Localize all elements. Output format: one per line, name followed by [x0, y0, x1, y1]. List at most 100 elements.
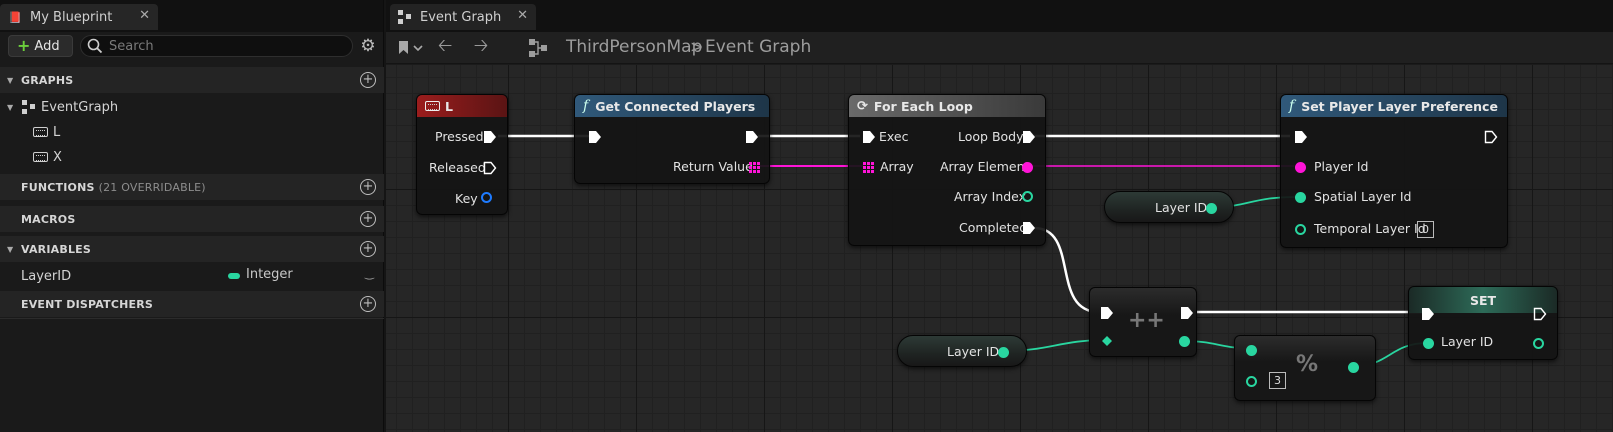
set-player-layer-preference-node[interactable]: f Set Player Layer Preference Player Id … — [1280, 94, 1508, 248]
pin-label: Array Element — [940, 159, 1030, 174]
struct-pin[interactable] — [481, 192, 492, 203]
modulo-node[interactable]: 3 % — [1234, 335, 1376, 401]
graph-icon — [526, 36, 552, 60]
add-button-label: Add — [34, 38, 60, 54]
add-graph-icon[interactable]: + — [360, 72, 376, 88]
section-functions-label: FUNCTIONS — [21, 180, 95, 194]
tab-my-blueprint[interactable]: 📕 My Blueprint ✕ — [0, 4, 158, 30]
node-title: L — [445, 98, 453, 114]
caret-down-icon: ▼ — [7, 244, 14, 254]
variable-row-layerid[interactable]: LayerID Integer ‿ — [0, 264, 384, 288]
breadcrumb-graph[interactable]: Event Graph — [705, 37, 811, 57]
add-function-icon[interactable]: + — [360, 179, 376, 195]
section-variables[interactable]: ▼ VARIABLES + — [0, 236, 384, 262]
event-label: L — [53, 124, 61, 140]
exec-pin-out[interactable] — [1533, 307, 1547, 321]
integer-pin[interactable] — [1246, 376, 1257, 387]
overridable-count: (21 OVERRIDABLE) — [98, 180, 206, 194]
increment-node[interactable]: ++ — [1089, 287, 1197, 357]
layer-id-getter-node[interactable]: Layer ID — [897, 335, 1027, 367]
tab-event-graph[interactable]: Event Graph ✕ — [390, 4, 536, 30]
keyboard-icon — [33, 152, 48, 162]
exec-pin-out[interactable] — [1022, 130, 1036, 144]
forward-arrow-icon[interactable]: 🡢 — [468, 35, 494, 60]
exec-pin-in[interactable] — [862, 130, 876, 144]
integer-pin[interactable] — [1348, 362, 1359, 373]
set-variable-node[interactable]: SET Layer ID — [1408, 286, 1558, 360]
exec-pin-empty[interactable] — [483, 161, 497, 175]
integer-pin[interactable] — [1295, 192, 1306, 203]
back-arrow-icon[interactable]: 🡠 — [432, 35, 458, 60]
close-icon[interactable]: ✕ — [139, 8, 150, 23]
exec-pin-filled[interactable] — [483, 130, 497, 144]
integer-pin[interactable] — [1295, 224, 1306, 235]
key-event-node[interactable]: L Pressed Released Key — [416, 94, 508, 215]
add-variable-icon[interactable]: + — [360, 241, 376, 257]
integer-pin[interactable] — [1022, 191, 1033, 202]
variable-name: LayerID — [21, 268, 72, 284]
temporal-value-box[interactable]: 0 — [1417, 221, 1434, 238]
loop-icon: ⟳ — [857, 98, 868, 114]
function-icon: f — [583, 98, 589, 114]
exec-pin-out[interactable] — [745, 130, 759, 144]
add-button[interactable]: + Add — [8, 35, 73, 57]
exec-pin-out[interactable] — [1022, 221, 1036, 235]
exec-pin-out[interactable] — [1180, 306, 1194, 320]
tree-item-eventgraph[interactable]: ▼ EventGraph — [0, 95, 384, 119]
integer-pin[interactable] — [1246, 345, 1257, 356]
integer-pin[interactable] — [998, 347, 1009, 358]
layer-id-getter-node[interactable]: Layer ID — [1104, 191, 1234, 223]
node-title: Set Player Layer Preference — [1301, 98, 1498, 114]
section-macros[interactable]: MACROS + — [0, 206, 384, 232]
book-icon: 📕 — [8, 10, 22, 24]
for-each-loop-node[interactable]: ⟳ For Each Loop Exec Loop Body Array Arr… — [848, 94, 1046, 246]
integer-pin[interactable] — [1206, 203, 1217, 214]
add-macro-icon[interactable]: + — [360, 211, 376, 227]
increment-symbol: ++ — [1128, 308, 1165, 333]
add-dispatcher-icon[interactable]: + — [360, 296, 376, 312]
tree-item-event-l[interactable]: L — [0, 120, 384, 144]
section-graphs[interactable]: ▼ GRAPHS + — [0, 67, 384, 93]
tree-item-event-x[interactable]: X — [0, 145, 384, 169]
exec-pin-in[interactable] — [588, 130, 602, 144]
search-input[interactable]: Search — [80, 35, 353, 57]
bookmark-icon[interactable] — [394, 36, 426, 60]
variable-type: Integer — [246, 267, 293, 282]
integer-pin[interactable] — [1533, 338, 1544, 349]
object-pin[interactable] — [1022, 162, 1033, 173]
pin-label: Array Index — [954, 189, 1027, 204]
node-title: Get Connected Players — [595, 98, 756, 114]
pin-label: Player Id — [1314, 159, 1369, 174]
section-event-dispatchers[interactable]: EVENT DISPATCHERS + — [0, 291, 384, 317]
array-pin[interactable] — [749, 162, 760, 173]
node-title: For Each Loop — [873, 98, 973, 114]
section-graphs-label: GRAPHS — [21, 73, 74, 87]
exec-pin-in[interactable] — [1294, 130, 1308, 144]
integer-ref-pin[interactable] — [1101, 335, 1113, 347]
tab-label: Event Graph — [420, 9, 502, 25]
section-dispatchers-label: EVENT DISPATCHERS — [21, 297, 154, 311]
integer-pin[interactable] — [1423, 338, 1434, 349]
integer-pin[interactable] — [1179, 336, 1190, 347]
exec-pin-in[interactable] — [1421, 307, 1435, 321]
exec-pin-out[interactable] — [1484, 130, 1498, 144]
array-pin[interactable] — [863, 162, 874, 173]
get-connected-players-node[interactable]: f Get Connected Players Return Value — [574, 94, 770, 184]
keyboard-icon — [33, 127, 48, 137]
caret-down-icon: ▼ — [7, 102, 14, 112]
function-icon: f — [1289, 98, 1295, 114]
pin-label: Exec — [879, 129, 909, 144]
pin-label: Loop Body — [958, 129, 1024, 144]
divider — [0, 318, 384, 319]
pin-label: Spatial Layer Id — [1314, 189, 1412, 204]
object-pin[interactable] — [1295, 162, 1306, 173]
modulo-symbol: % — [1296, 352, 1319, 377]
close-icon[interactable]: ✕ — [517, 8, 528, 23]
modulo-value-box[interactable]: 3 — [1269, 372, 1286, 389]
eye-closed-icon[interactable]: ‿ — [365, 267, 374, 280]
breadcrumb-map[interactable]: ThirdPersonMap — [566, 37, 702, 57]
exec-pin-in[interactable] — [1100, 306, 1114, 320]
graph-icon — [398, 10, 412, 24]
section-functions[interactable]: FUNCTIONS (21 OVERRIDABLE) + — [0, 174, 384, 200]
gear-icon[interactable]: ⚙ — [358, 36, 378, 56]
